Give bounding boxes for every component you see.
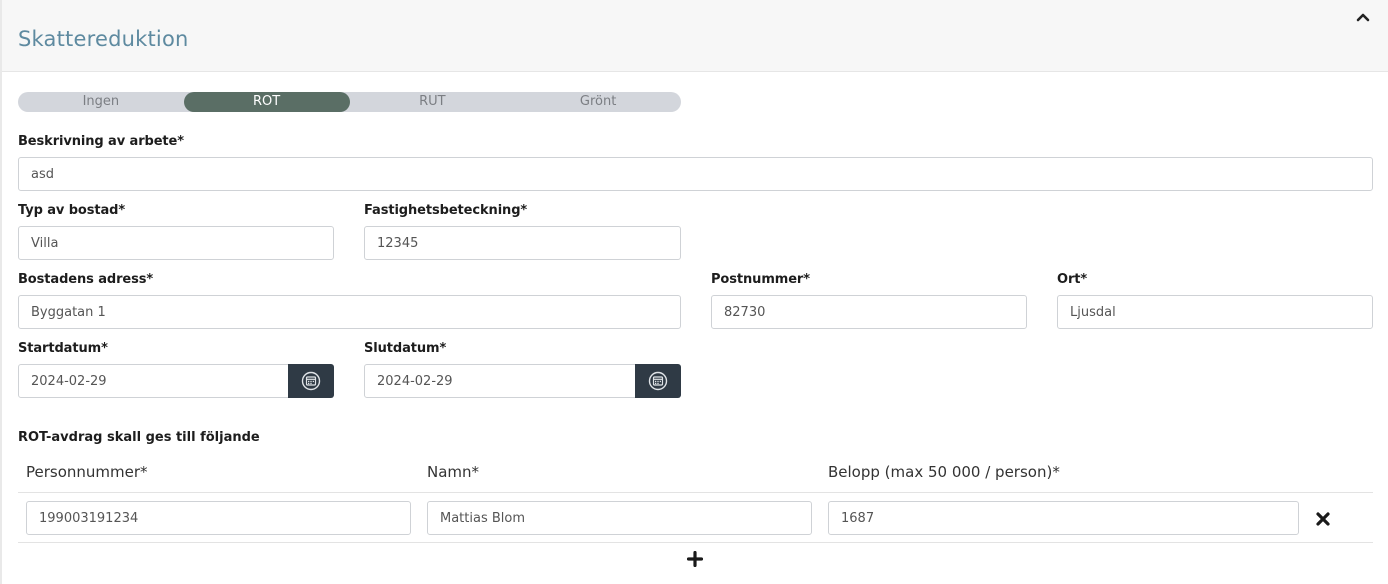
start-date-calendar-button[interactable]	[288, 364, 334, 398]
chevron-up-icon	[1356, 13, 1370, 22]
deduction-section-label: ROT-avdrag skall ges till följande	[18, 430, 260, 445]
start-date-label: Startdatum*	[18, 341, 108, 356]
tab-gront[interactable]: Grönt	[515, 92, 681, 112]
panel-left-border	[0, 0, 2, 584]
property-designation-input[interactable]	[364, 226, 681, 260]
city-label: Ort*	[1057, 272, 1088, 287]
housing-type-input[interactable]	[18, 226, 334, 260]
close-icon	[1316, 512, 1330, 526]
tab-rot[interactable]: ROT	[183, 92, 350, 112]
remove-row-button[interactable]	[1313, 509, 1333, 529]
postal-code-input[interactable]	[711, 295, 1027, 329]
add-row-button[interactable]	[685, 549, 705, 569]
column-personal-number: Personnummer*	[26, 463, 148, 481]
calendar-icon	[648, 371, 668, 391]
plus-icon	[687, 551, 703, 567]
description-input[interactable]	[18, 157, 1373, 191]
end-date-label: Slutdatum*	[364, 341, 447, 356]
end-date-calendar-button[interactable]	[635, 364, 681, 398]
calendar-icon	[301, 371, 321, 391]
city-input[interactable]	[1057, 295, 1373, 329]
tab-rut[interactable]: RUT	[350, 92, 516, 112]
address-input[interactable]	[18, 295, 681, 329]
reduction-type-toggle: Ingen ROT RUT Grönt	[18, 92, 681, 112]
personal-number-input[interactable]	[26, 501, 411, 535]
column-name: Namn*	[427, 463, 480, 481]
postal-code-label: Postnummer*	[711, 272, 810, 287]
start-date-input[interactable]	[18, 364, 289, 398]
panel-title: Skattereduktion	[18, 27, 189, 51]
property-designation-label: Fastighetsbeteckning*	[364, 203, 528, 218]
collapse-button[interactable]	[1352, 6, 1374, 28]
table-header-divider	[18, 492, 1373, 493]
panel-header: Skattereduktion	[2, 0, 1388, 72]
address-label: Bostadens adress*	[18, 272, 154, 287]
end-date-input[interactable]	[364, 364, 636, 398]
description-label: Beskrivning av arbete*	[18, 134, 184, 149]
table-footer-divider	[18, 542, 1373, 543]
name-input[interactable]	[427, 501, 812, 535]
tab-ingen[interactable]: Ingen	[18, 92, 184, 112]
amount-input[interactable]	[828, 501, 1299, 535]
housing-type-label: Typ av bostad*	[18, 203, 126, 218]
column-amount: Belopp (max 50 000 / person)*	[828, 463, 1060, 481]
